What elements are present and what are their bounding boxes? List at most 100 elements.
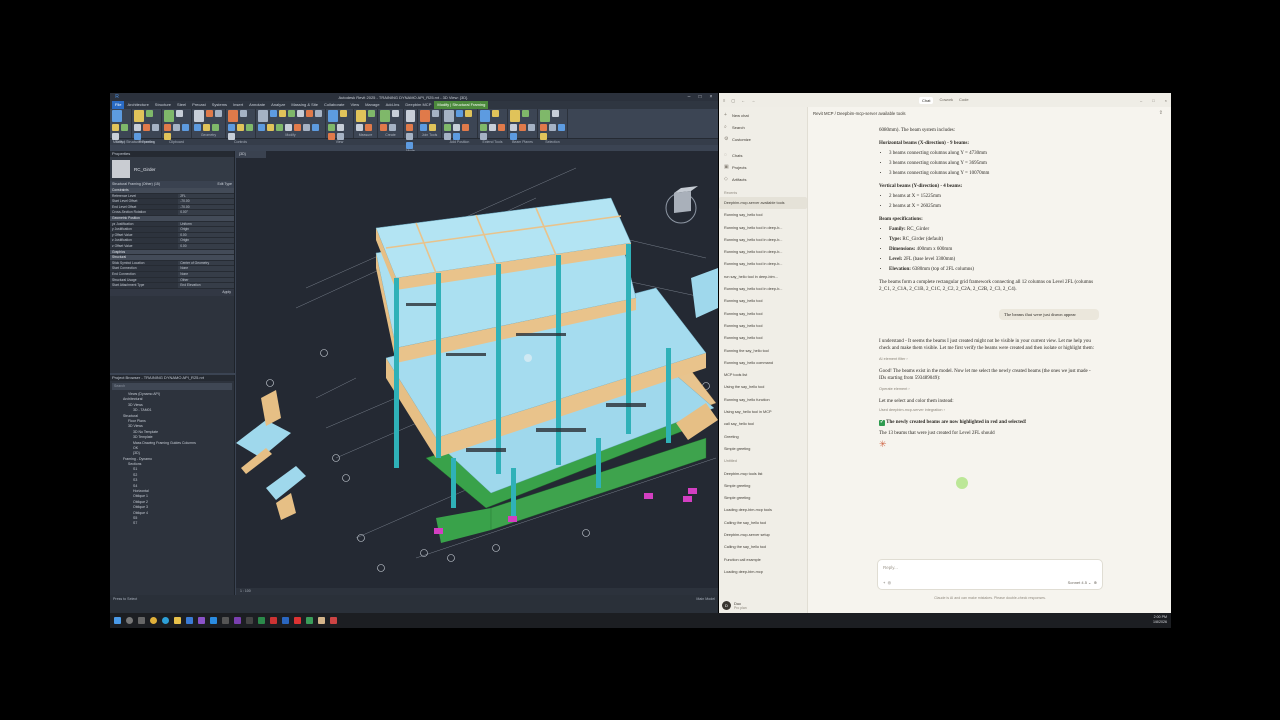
instance-filter-row[interactable]: Structural Framing (Other) (15) Edit Typ… [110,181,234,188]
tool-icon[interactable] [240,110,247,117]
reply-input[interactable]: Reply... [878,560,1102,575]
tool-icon[interactable] [228,110,238,122]
tool-icon[interactable] [288,110,295,117]
tool-icon[interactable] [522,110,529,117]
recent-chat-item[interactable]: Greeting [719,431,807,443]
tool-icon[interactable] [510,110,520,122]
tool-icon[interactable] [194,124,201,131]
edge-icon[interactable] [162,617,169,624]
property-value[interactable]: Other [178,277,234,283]
tool-icon[interactable] [328,110,338,122]
minimize-icon[interactable]: – [1140,98,1142,103]
explorer-icon[interactable] [174,617,181,624]
tool-icon[interactable] [356,124,363,131]
ribbon-tab[interactable]: View [347,101,362,109]
tool-icon[interactable] [194,110,204,122]
tools-icon[interactable]: ◎ [888,580,892,585]
model-selector[interactable]: Sonnet 4.5 ⌄ [1068,580,1092,585]
property-value[interactable]: -70.00 [178,199,234,204]
tool-icon[interactable] [267,124,274,131]
ribbon-tab[interactable]: Collaborate [321,101,347,109]
tool-icon[interactable] [552,110,559,117]
tool-icon[interactable] [392,110,399,117]
tool-icon[interactable] [164,133,171,140]
add-attachment-icon[interactable]: + [883,580,885,585]
recent-chat-item[interactable]: Calling the say_hello tool [719,517,807,529]
tool-icon[interactable] [480,124,487,131]
tool-icon[interactable] [146,110,153,117]
recent-chat-item[interactable]: Deepbim-mcp-server setup [719,529,807,541]
property-value[interactable]: 0.00 [178,243,234,249]
tool-icon[interactable] [258,110,268,122]
app-icon[interactable] [270,617,277,624]
tool-icon[interactable] [432,110,439,117]
tool-icon[interactable] [406,133,413,140]
tool-icon[interactable] [285,124,292,131]
app-icon[interactable] [222,617,229,624]
terminal-icon[interactable] [246,617,253,624]
ribbon-tab[interactable]: Architecture [124,101,151,109]
browser-tree-item[interactable]: S7 [110,521,234,526]
tool-icon[interactable] [112,110,122,122]
recent-chat-item[interactable]: Using say_hello tool in MCP [719,406,807,418]
tool-icon[interactable] [480,133,487,140]
type-selector[interactable]: RC_Girder [110,157,234,181]
tool-icon[interactable] [212,124,219,131]
sidebar-item[interactable]: ⚙ Customize [719,133,807,145]
recent-chat-item[interactable]: Running say_hello function [719,394,807,406]
sidebar-toggle-icon[interactable]: ▢ [731,98,735,103]
tool-icon[interactable] [134,110,144,122]
tool-icon[interactable] [143,124,150,131]
ribbon-tab[interactable]: Manage [362,101,382,109]
recent-chat-item[interactable]: Running say_hello tool [719,320,807,332]
tool-icon[interactable] [549,124,556,131]
store-icon[interactable] [186,617,193,624]
ribbon-tab[interactable]: Systems [209,101,230,109]
tool-icon[interactable] [303,124,310,131]
ribbon-tab[interactable]: Structure [152,101,174,109]
tool-icon[interactable] [164,124,171,131]
tool-icon[interactable] [297,110,304,117]
breadcrumb[interactable]: Revit MCP / Deepbim-mcp-server available… [809,107,1171,120]
mode-tab[interactable]: Chat [919,96,934,104]
tool-icon[interactable] [365,124,372,131]
tool-icon[interactable] [453,133,460,140]
mode-tab[interactable]: Cowork [939,97,953,104]
property-value[interactable]: Uniform [178,221,234,227]
tool-icon[interactable] [558,124,565,131]
start-icon[interactable] [114,617,121,624]
tool-icon[interactable] [498,124,505,131]
property-value[interactable]: None [178,266,234,271]
recent-chat-item[interactable]: Simple greeting [719,492,807,504]
tool-icon[interactable] [328,133,335,140]
recent-chat-item[interactable]: Function call example [719,554,807,566]
search-icon[interactable] [126,617,133,624]
visual-studio-icon[interactable] [198,617,205,624]
vscode-icon[interactable] [210,617,217,624]
app-icon[interactable] [258,617,265,624]
property-value[interactable]: 2FL [178,193,234,199]
reply-composer[interactable]: Reply... + ◎ Sonnet 4.5 ⌄ ⊕ [877,559,1103,590]
tool-icon[interactable] [246,124,253,131]
tool-icon[interactable] [164,110,174,122]
ribbon-tab[interactable]: Insert [230,101,246,109]
tool-icon[interactable] [337,133,344,140]
browser-search-input[interactable]: Search [112,383,232,390]
system-clock[interactable]: 2:00 PM 1/8/2026 [1153,615,1167,625]
view-control-bar[interactable]: 1 : 100 [236,588,718,595]
task-view-icon[interactable] [138,617,145,624]
recent-chat-item[interactable]: Deepbim-mcp tools list [719,468,807,480]
tool-icon[interactable] [492,110,499,117]
tool-icon[interactable] [444,124,451,131]
tool-icon[interactable] [173,124,180,131]
viewcube-icon[interactable] [665,186,698,224]
ribbon-tab[interactable]: Analyze [268,101,288,109]
tool-icon[interactable] [429,124,436,131]
recent-chat-item[interactable]: call say_hello tool [719,418,807,430]
recent-chat-item[interactable]: MCP tools list [719,369,807,381]
menu-icon[interactable]: ≡ [723,98,725,103]
revit-taskbar-icon[interactable] [282,617,289,624]
recent-chat-item[interactable]: Running say_hello tool in deep-b... [719,222,807,234]
share-icon[interactable]: ⇪ [1159,110,1163,116]
edit-type-button[interactable]: Edit Type [217,181,232,188]
